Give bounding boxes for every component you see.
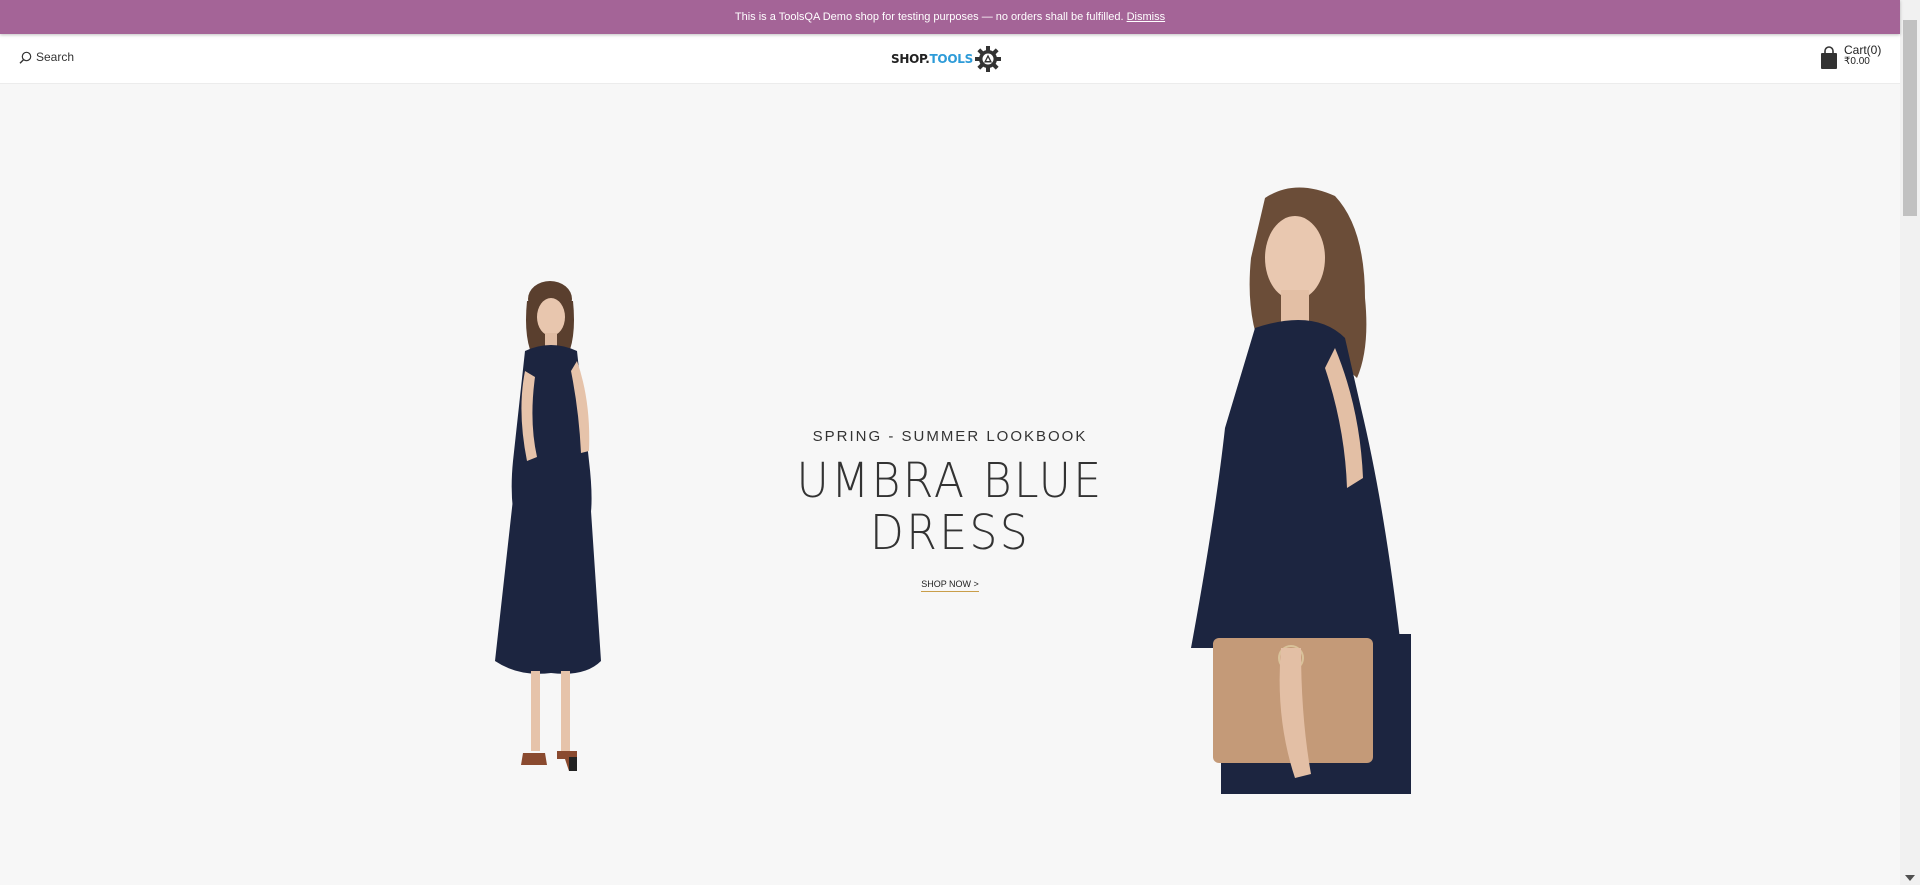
model-image-right <box>1191 187 1411 794</box>
site-header: Search SHOP. TOOLS Cart(0) ₹0.00 <box>0 34 1900 84</box>
hero-headline-line2: DRESS <box>869 505 1031 561</box>
hero-headline: UMBRA BLUE DRESS <box>775 455 1125 559</box>
shop-now-link[interactable]: SHOP NOW > <box>921 579 979 592</box>
cart-button[interactable]: Cart(0) ₹0.00 <box>1819 43 1882 70</box>
scrollbar-thumb[interactable] <box>1903 20 1917 216</box>
hero-slider: SPRING - SUMMER LOOKBOOK UMBRA BLUE DRES… <box>0 85 1900 885</box>
site-logo[interactable]: SHOP. TOOLS <box>891 45 1002 73</box>
logo-text-shop: SHOP. <box>891 52 930 66</box>
notice-message: This is a ToolsQA Demo shop for testing … <box>734 11 1124 23</box>
demo-store-notice: This is a ToolsQA Demo shop for testing … <box>0 0 1900 34</box>
hero-headline-line1: UMBRA BLUE <box>796 453 1104 509</box>
model-image-left <box>495 281 601 771</box>
hero-caption: SPRING - SUMMER LOOKBOOK UMBRA BLUE DRES… <box>760 428 1140 592</box>
search-button[interactable]: Search <box>19 50 74 64</box>
hero-kicker: SPRING - SUMMER LOOKBOOK <box>812 428 1088 445</box>
logo-text-tools: TOOLS <box>929 52 974 66</box>
page-scrollbar[interactable] <box>1900 0 1920 885</box>
cart-total: ₹0.00 <box>1844 56 1870 67</box>
gear-icon <box>974 46 1001 72</box>
shopping-bag-icon <box>1821 46 1837 69</box>
scroll-down-arrow-icon[interactable] <box>1905 875 1915 881</box>
dismiss-link[interactable]: Dismiss <box>1127 11 1166 23</box>
search-label: Search <box>36 50 75 64</box>
search-icon <box>19 51 32 64</box>
cart-count-label: Cart(0) <box>1844 43 1882 57</box>
